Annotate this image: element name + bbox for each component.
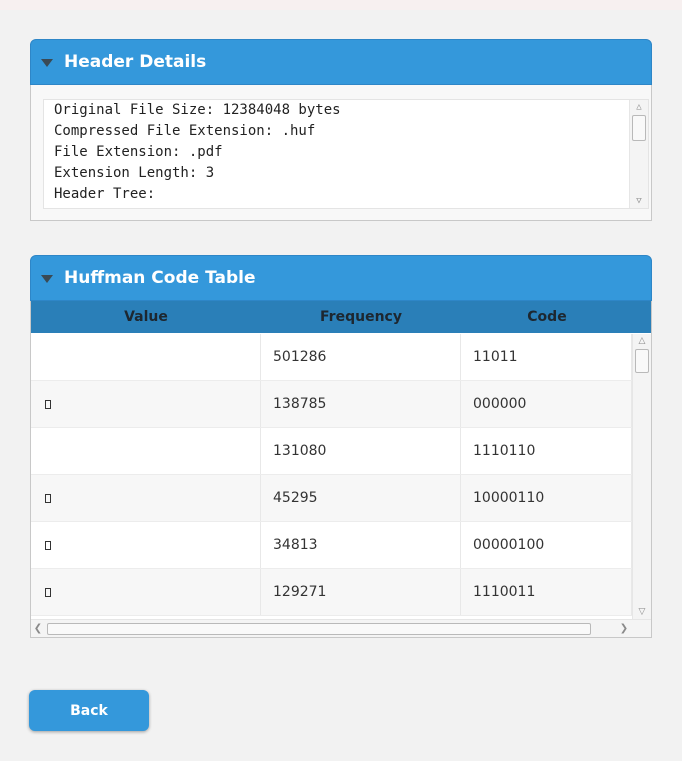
header-line: Extension Length: 3 bbox=[54, 165, 215, 181]
column-header-frequency[interactable]: Frequency bbox=[261, 301, 461, 333]
scroll-thumb[interactable] bbox=[632, 115, 646, 141]
cell-frequency: 138785 bbox=[261, 381, 461, 427]
cell-frequency: 45295 bbox=[261, 475, 461, 521]
cell-value bbox=[31, 428, 261, 474]
column-header-value[interactable]: Value bbox=[31, 301, 261, 333]
scroll-up-arrow-icon[interactable]: △ bbox=[633, 334, 651, 348]
header-line: Original File Size: 12384048 bytes bbox=[54, 102, 341, 118]
table-vertical-scrollbar[interactable]: △ ▽ bbox=[632, 334, 651, 619]
cell-code: 000000 bbox=[461, 381, 632, 427]
table-row[interactable]: 501286 11011 bbox=[31, 334, 632, 381]
table-row[interactable]: 45295 10000110 bbox=[31, 475, 632, 522]
huffman-table-toggle[interactable]: Huffman Code Table bbox=[30, 255, 652, 301]
huffman-code-table-panel: Huffman Code Table Value Frequency Code … bbox=[30, 255, 652, 638]
cell-code: 10000110 bbox=[461, 475, 632, 521]
unprintable-char-glyph-icon bbox=[45, 540, 51, 550]
cell-value bbox=[31, 522, 261, 568]
unprintable-char-glyph-icon bbox=[45, 399, 51, 409]
header-line: File Extension: .pdf bbox=[54, 144, 223, 160]
cell-frequency: 129271 bbox=[261, 569, 461, 615]
back-button[interactable]: Back bbox=[29, 690, 149, 731]
cell-frequency: 34813 bbox=[261, 522, 461, 568]
header-details-panel: Header Details Original File Size: 12384… bbox=[30, 39, 652, 221]
scroll-thumb[interactable] bbox=[47, 623, 591, 635]
table-row[interactable]: 129271 1110011 bbox=[31, 569, 632, 616]
header-details-toggle[interactable]: Header Details bbox=[30, 39, 652, 85]
cell-value bbox=[31, 475, 261, 521]
cell-code: 1110110 bbox=[461, 428, 632, 474]
header-line: Compressed File Extension: .huf bbox=[54, 123, 316, 139]
cell-code: 11011 bbox=[461, 334, 632, 380]
unprintable-char-glyph-icon bbox=[45, 493, 51, 503]
header-details-vertical-scrollbar[interactable]: △ ▽ bbox=[629, 100, 648, 208]
header-details-lines: Original File Size: 12384048 bytes Compr… bbox=[54, 100, 341, 205]
header-line: Header Tree: bbox=[54, 186, 156, 202]
column-header-code[interactable]: Code bbox=[461, 301, 633, 333]
header-details-body: Original File Size: 12384048 bytes Compr… bbox=[30, 85, 652, 221]
scroll-up-arrow-icon[interactable]: △ bbox=[630, 100, 648, 114]
huffman-table: Value Frequency Code 501286 11011 138785 00… bbox=[30, 301, 652, 638]
cell-frequency: 501286 bbox=[261, 334, 461, 380]
scroll-right-arrow-icon[interactable]: ❯ bbox=[617, 620, 631, 637]
collapse-triangle-icon bbox=[41, 58, 53, 67]
cell-value bbox=[31, 334, 261, 380]
table-rows: 501286 11011 138785 000000 131080 1110110 4529… bbox=[31, 334, 632, 621]
collapse-triangle-icon bbox=[41, 274, 53, 283]
window-top-band bbox=[0, 0, 682, 10]
header-details-title: Header Details bbox=[64, 52, 207, 72]
table-row[interactable]: 131080 1110110 bbox=[31, 428, 632, 475]
cell-value bbox=[31, 381, 261, 427]
unprintable-char-glyph-icon bbox=[45, 587, 51, 597]
header-details-textarea[interactable]: Original File Size: 12384048 bytes Compr… bbox=[43, 99, 649, 209]
huffman-table-title: Huffman Code Table bbox=[64, 268, 256, 288]
cell-value bbox=[31, 569, 261, 615]
scroll-left-arrow-icon[interactable]: ❮ bbox=[31, 620, 45, 637]
table-horizontal-scrollbar[interactable]: ❮ ❯ bbox=[31, 619, 651, 637]
cell-code: 00000100 bbox=[461, 522, 632, 568]
table-row[interactable]: 34813 00000100 bbox=[31, 522, 632, 569]
scroll-thumb[interactable] bbox=[635, 349, 649, 373]
scroll-down-arrow-icon[interactable]: ▽ bbox=[630, 194, 648, 208]
scroll-down-arrow-icon[interactable]: ▽ bbox=[633, 605, 651, 619]
table-header-row: Value Frequency Code bbox=[31, 301, 651, 333]
cell-frequency: 131080 bbox=[261, 428, 461, 474]
cell-code: 1110011 bbox=[461, 569, 632, 615]
table-row[interactable]: 138785 000000 bbox=[31, 381, 632, 428]
